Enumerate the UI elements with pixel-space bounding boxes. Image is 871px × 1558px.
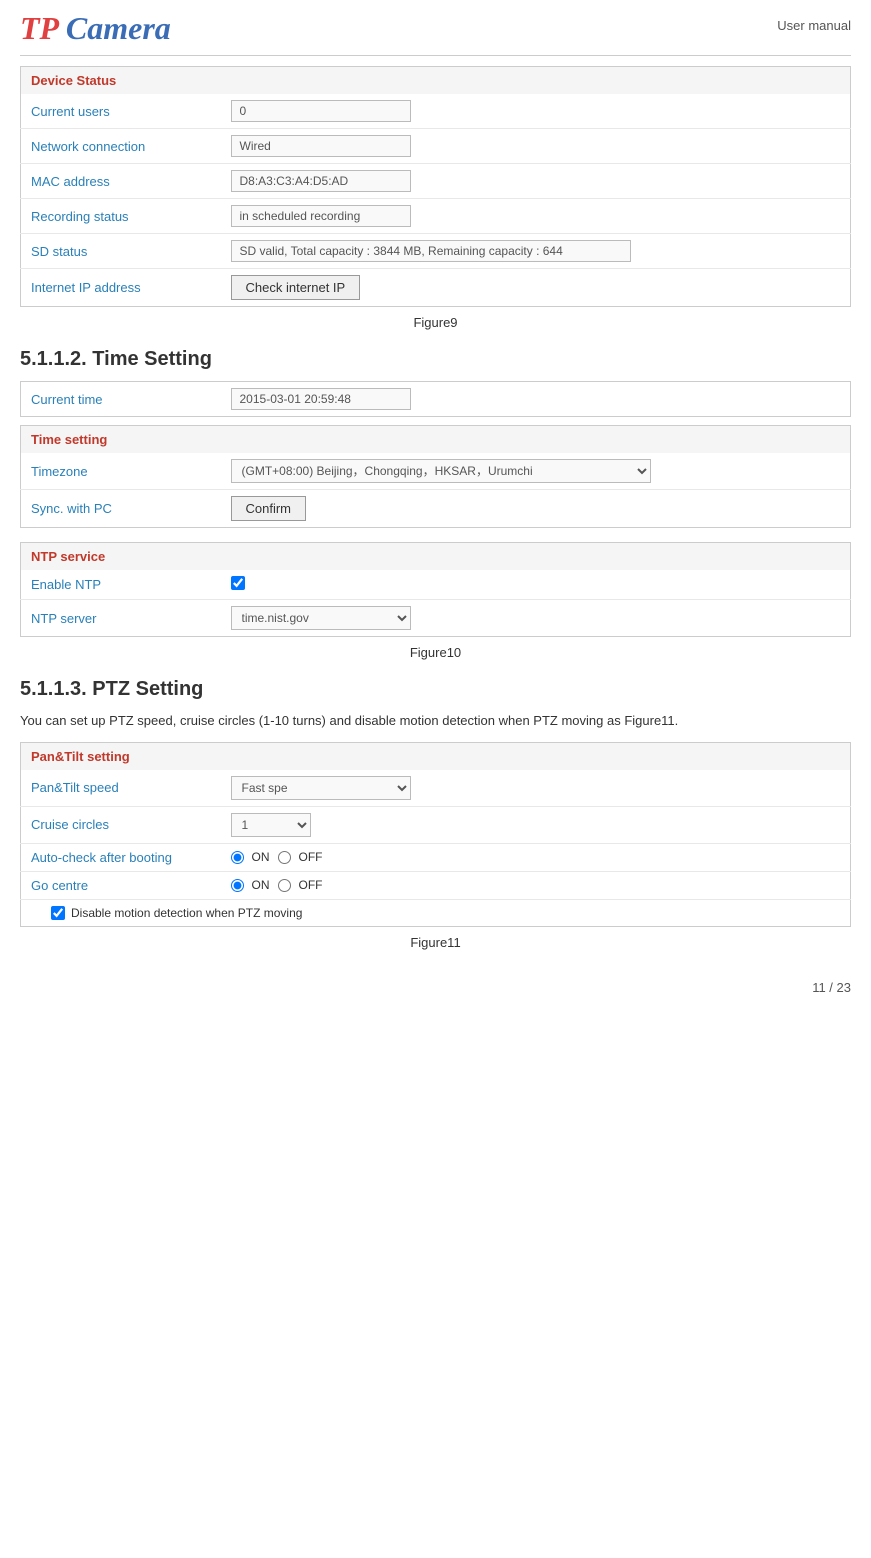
pan-tilt-header: Pan&Tilt setting: [21, 742, 851, 770]
page-header: TP Camera User manual: [20, 10, 851, 56]
check-internet-ip-button[interactable]: Check internet IP: [231, 275, 361, 300]
current-time-field: 2015-03-01 20:59:48: [231, 388, 411, 410]
recording-status-label: Recording status: [21, 199, 221, 234]
cruise-circles-value: 1: [221, 806, 851, 843]
table-row: Internet IP address Check internet IP: [21, 269, 851, 307]
user-manual-label: User manual: [777, 18, 851, 33]
ptz-setting-heading: 5.1.1.3. PTZ Setting: [20, 678, 851, 701]
enable-ntp-checkbox[interactable]: [231, 576, 245, 590]
page-number: 11 / 23: [20, 980, 851, 995]
table-row: Enable NTP: [21, 570, 851, 600]
auto-check-label: Auto-check after booting: [21, 843, 221, 871]
network-connection-field: Wired: [231, 135, 411, 157]
enable-ntp-value: [221, 570, 851, 600]
sd-status-label: SD status: [21, 234, 221, 269]
network-connection-value: Wired: [221, 129, 851, 164]
auto-check-on-radio[interactable]: [231, 851, 244, 864]
table-row: MAC address D8:A3:C3:A4:D5:AD: [21, 164, 851, 199]
disable-motion-label: Disable motion detection when PTZ moving: [71, 906, 302, 920]
go-centre-on-radio[interactable]: [231, 879, 244, 892]
network-connection-label: Network connection: [21, 129, 221, 164]
auto-check-off-label: OFF: [299, 850, 323, 864]
confirm-button[interactable]: Confirm: [231, 496, 307, 521]
figure9-label: Figure9: [20, 315, 851, 330]
logo-tp: TP: [20, 10, 58, 46]
timezone-label: Timezone: [21, 453, 221, 490]
pan-tilt-speed-value: Fast spe: [221, 770, 851, 807]
auto-check-value: ON OFF: [221, 843, 851, 871]
current-time-table: Current time 2015-03-01 20:59:48: [20, 381, 851, 417]
table-row: Go centre ON OFF: [21, 871, 851, 899]
logo-cam: Camera: [58, 10, 171, 46]
internet-ip-label: Internet IP address: [21, 269, 221, 307]
ntp-server-select[interactable]: time.nist.gov: [231, 606, 411, 630]
go-centre-value: ON OFF: [221, 871, 851, 899]
time-setting-table: Time setting Timezone (GMT+08:00) Beijin…: [20, 425, 851, 528]
current-users-label: Current users: [21, 94, 221, 129]
table-row: Auto-check after booting ON OFF: [21, 843, 851, 871]
table-row: SD status SD valid, Total capacity : 384…: [21, 234, 851, 269]
table-row: Recording status in scheduled recording: [21, 199, 851, 234]
current-users-field: 0: [231, 100, 411, 122]
auto-check-on-label: ON: [252, 850, 270, 864]
table-row: Cruise circles 1: [21, 806, 851, 843]
sd-status-field: SD valid, Total capacity : 3844 MB, Rema…: [231, 240, 631, 262]
ntp-section: NTP service Enable NTP NTP server time.n…: [20, 542, 851, 637]
go-centre-off-radio[interactable]: [278, 879, 291, 892]
timezone-select[interactable]: (GMT+08:00) Beijing，Chongqing，HKSAR，Urum…: [231, 459, 651, 483]
go-centre-radio-group: ON OFF: [231, 878, 841, 892]
table-row: Disable motion detection when PTZ moving: [21, 899, 851, 926]
internet-ip-value: Check internet IP: [221, 269, 851, 307]
mac-address-value: D8:A3:C3:A4:D5:AD: [221, 164, 851, 199]
figure10-label: Figure10: [20, 645, 851, 660]
pan-tilt-speed-label: Pan&Tilt speed: [21, 770, 221, 807]
current-time-label: Current time: [21, 382, 221, 417]
ntp-service-header: NTP service: [21, 543, 851, 571]
table-row: Current users 0: [21, 94, 851, 129]
table-row: NTP server time.nist.gov: [21, 600, 851, 637]
cruise-circles-label: Cruise circles: [21, 806, 221, 843]
figure11-label: Figure11: [20, 935, 851, 950]
table-row: Pan&Tilt speed Fast spe: [21, 770, 851, 807]
device-status-table: Device Status Current users 0 Network co…: [20, 66, 851, 307]
table-row: Current time 2015-03-01 20:59:48: [21, 382, 851, 417]
ntp-server-value: time.nist.gov: [221, 600, 851, 637]
auto-check-off-radio[interactable]: [278, 851, 291, 864]
table-row: Network connection Wired: [21, 129, 851, 164]
time-setting-header: Time setting: [21, 426, 851, 454]
pan-tilt-table: Pan&Tilt setting Pan&Tilt speed Fast spe…: [20, 742, 851, 927]
logo: TP Camera: [20, 10, 171, 47]
timezone-value: (GMT+08:00) Beijing，Chongqing，HKSAR，Urum…: [221, 453, 851, 490]
current-users-value: 0: [221, 94, 851, 129]
ntp-server-label: NTP server: [21, 600, 221, 637]
pan-tilt-speed-select[interactable]: Fast spe: [231, 776, 411, 800]
enable-ntp-label: Enable NTP: [21, 570, 221, 600]
recording-status-field: in scheduled recording: [231, 205, 411, 227]
current-time-value: 2015-03-01 20:59:48: [221, 382, 851, 417]
sync-with-pc-label: Sync. with PC: [21, 490, 221, 528]
device-status-header: Device Status: [21, 67, 851, 95]
recording-status-value: in scheduled recording: [221, 199, 851, 234]
mac-address-label: MAC address: [21, 164, 221, 199]
table-row: Sync. with PC Confirm: [21, 490, 851, 528]
disable-motion-label-container: Disable motion detection when PTZ moving: [51, 906, 840, 920]
cruise-circles-select[interactable]: 1: [231, 813, 311, 837]
ptz-body-text: You can set up PTZ speed, cruise circles…: [20, 711, 851, 732]
disable-motion-checkbox[interactable]: [51, 906, 65, 920]
table-row: Timezone (GMT+08:00) Beijing，Chongqing，H…: [21, 453, 851, 490]
sync-with-pc-value: Confirm: [221, 490, 851, 528]
sd-status-value: SD valid, Total capacity : 3844 MB, Rema…: [221, 234, 851, 269]
mac-address-field: D8:A3:C3:A4:D5:AD: [231, 170, 411, 192]
time-setting-heading: 5.1.1.2. Time Setting: [20, 348, 851, 371]
go-centre-label: Go centre: [21, 871, 221, 899]
disable-motion-cell: Disable motion detection when PTZ moving: [21, 899, 851, 926]
go-centre-on-label: ON: [252, 878, 270, 892]
auto-check-radio-group: ON OFF: [231, 850, 841, 864]
go-centre-off-label: OFF: [299, 878, 323, 892]
ntp-table: NTP service Enable NTP NTP server time.n…: [20, 542, 851, 637]
